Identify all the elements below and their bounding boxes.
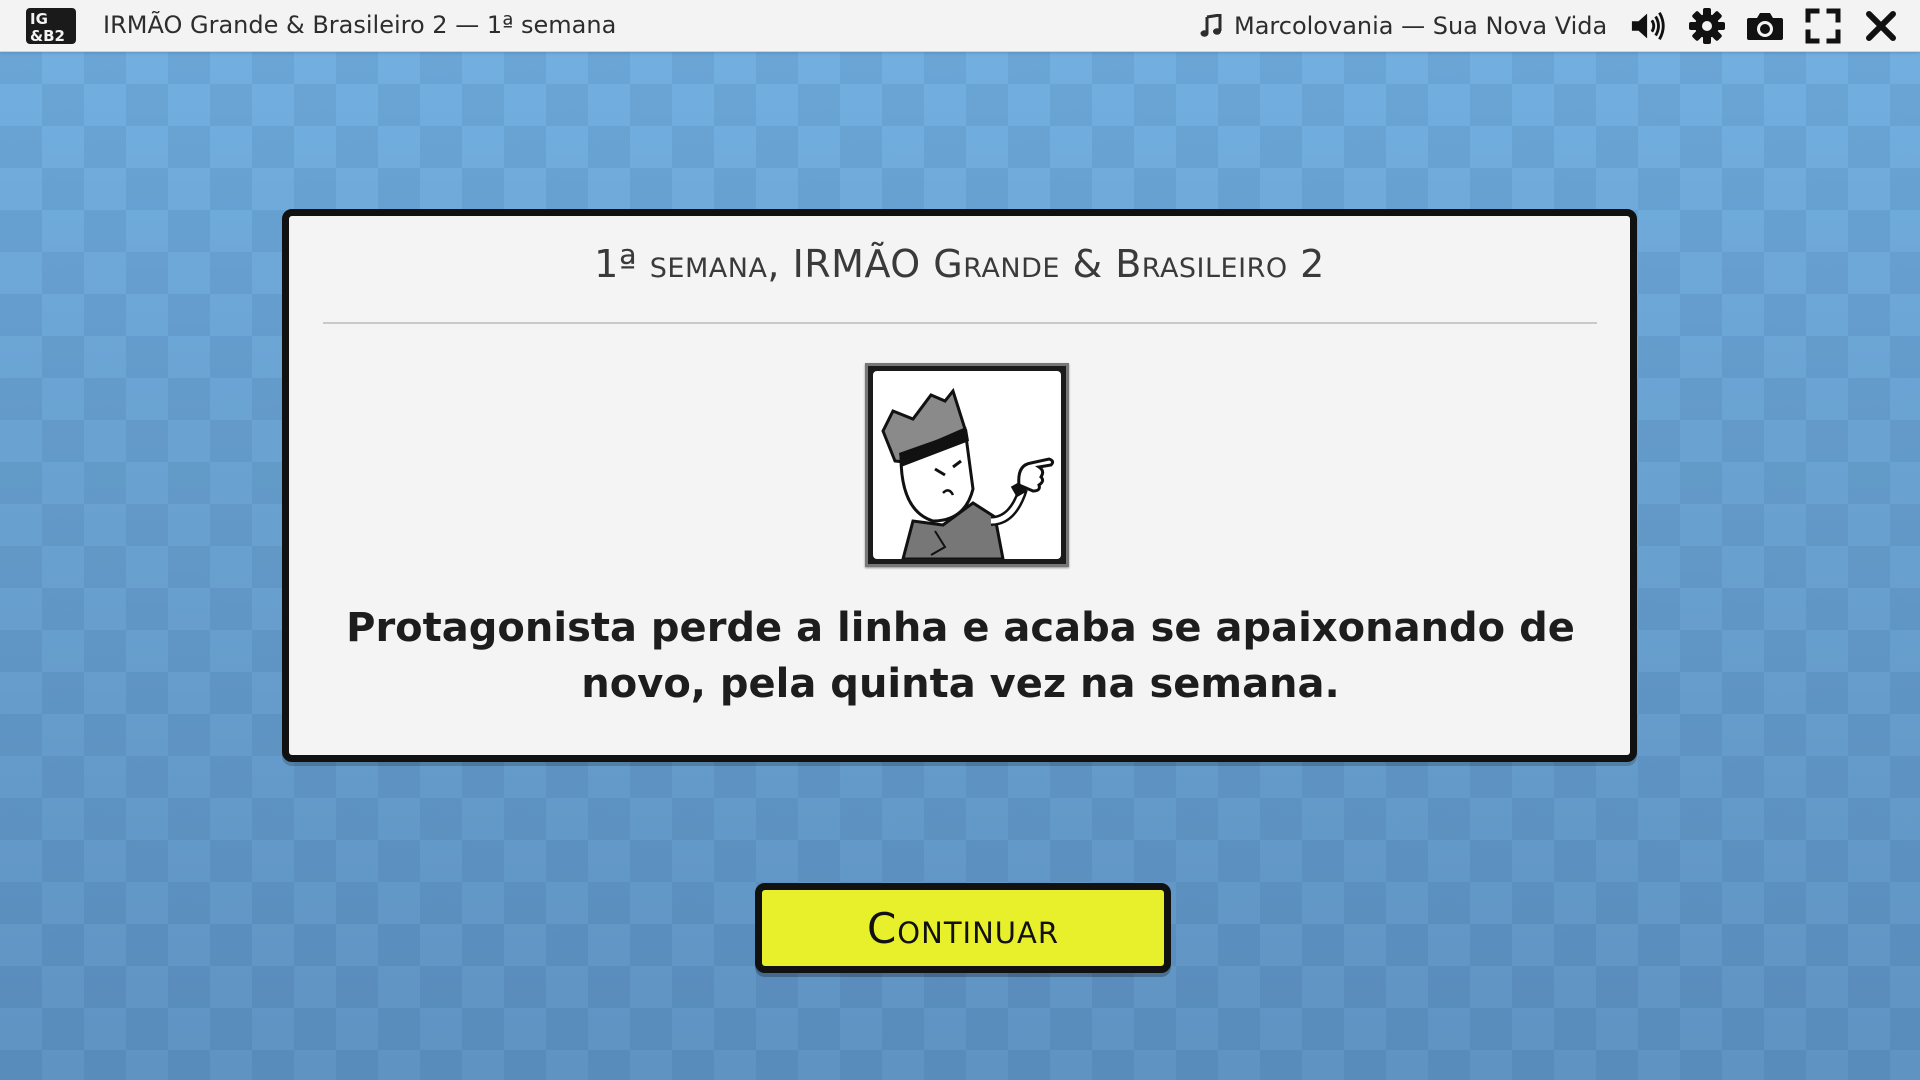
close-icon bbox=[1866, 11, 1896, 41]
svg-text:&B2: &B2 bbox=[30, 27, 65, 45]
app-logo: IG &B2 bbox=[24, 5, 78, 47]
character-portrait bbox=[865, 363, 1069, 567]
dialog-message: Protagonista perde a linha e acaba se ap… bbox=[346, 605, 1575, 707]
volume-button[interactable] bbox=[1630, 7, 1668, 45]
fullscreen-icon bbox=[1805, 8, 1841, 44]
week-summary-dialog: 1ª semana, IRMÃO Grande & Brasileiro 2 P… bbox=[282, 209, 1637, 762]
screenshot-button[interactable] bbox=[1746, 7, 1784, 45]
fullscreen-button[interactable] bbox=[1804, 7, 1842, 45]
character-portrait-icon bbox=[881, 387, 1055, 559]
window-title: IRMÃO Grande & Brasileiro 2 — 1ª semana bbox=[103, 11, 617, 39]
gear-icon bbox=[1689, 8, 1725, 44]
top-bar: IG &B2 IRMÃO Grande & Brasileiro 2 — 1ª … bbox=[0, 0, 1920, 52]
continue-button-label: Continuar bbox=[866, 903, 1060, 953]
continue-button[interactable]: Continuar bbox=[755, 883, 1171, 973]
svg-text:IG: IG bbox=[30, 10, 48, 28]
now-playing: Marcolovania — Sua Nova Vida bbox=[1200, 0, 1607, 51]
camera-icon bbox=[1747, 13, 1783, 40]
dialog-title: 1ª semana, IRMÃO Grande & Brasileiro 2 bbox=[594, 242, 1325, 286]
music-note-icon bbox=[1200, 13, 1222, 38]
divider bbox=[323, 322, 1597, 324]
volume-icon bbox=[1631, 11, 1665, 41]
settings-button[interactable] bbox=[1688, 7, 1726, 45]
now-playing-label: Marcolovania — Sua Nova Vida bbox=[1234, 11, 1608, 40]
close-button[interactable] bbox=[1862, 7, 1900, 45]
